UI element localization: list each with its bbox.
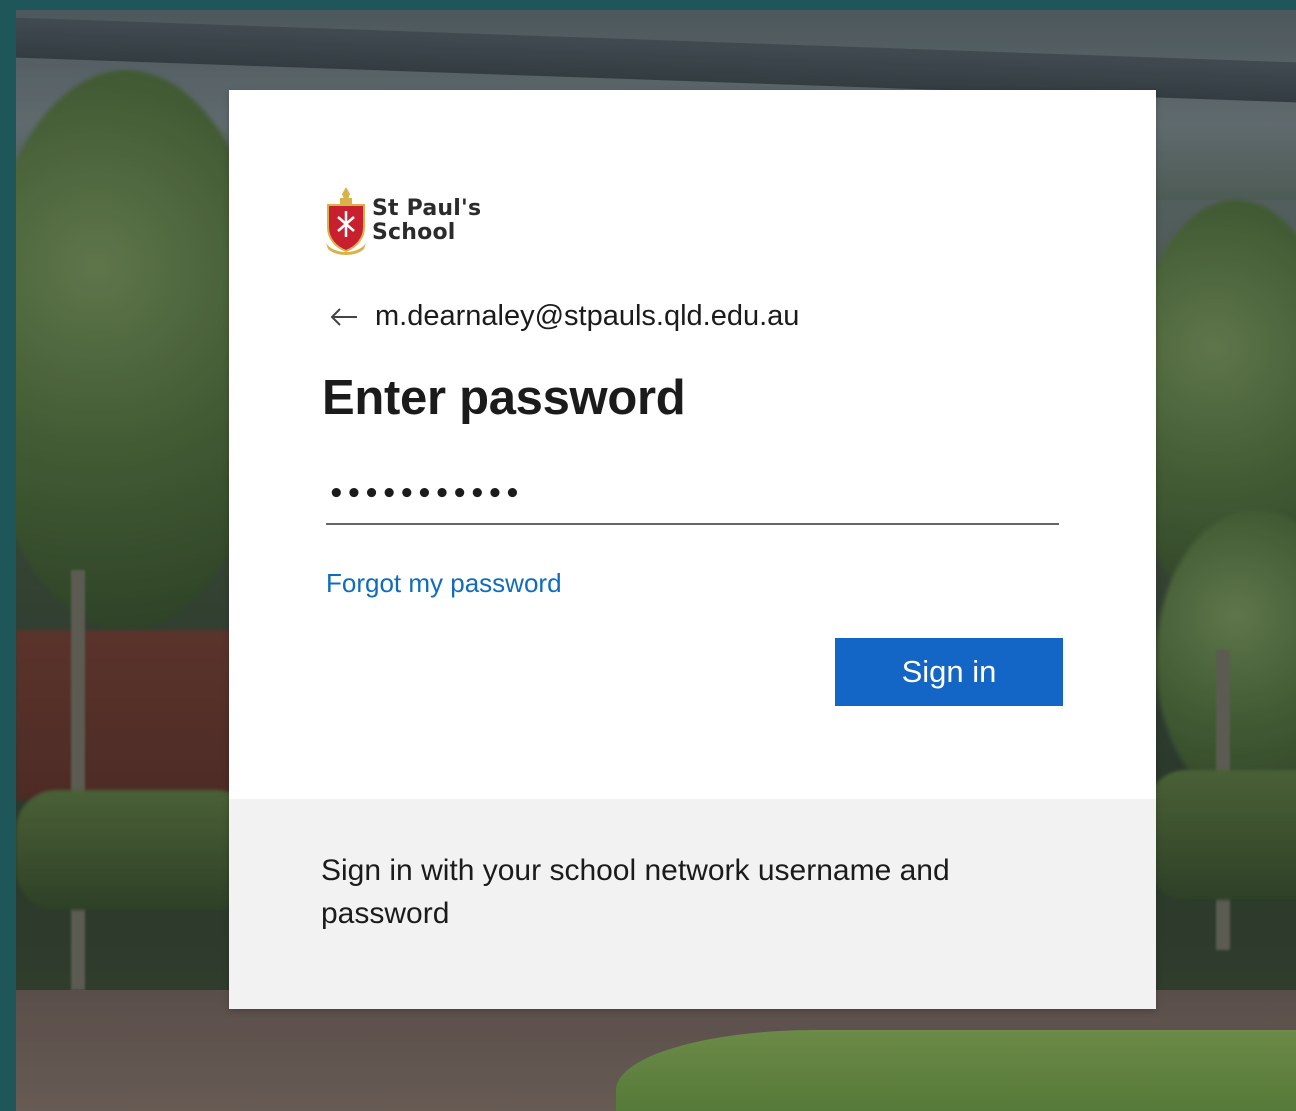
school-name: St Paul's School — [372, 197, 481, 245]
school-logo: St Paul's School — [324, 185, 481, 257]
sign-in-footer: Sign in with your school network usernam… — [229, 799, 1156, 1009]
sign-in-card: St Paul's School m.dearnaley@stpauls.qld… — [229, 90, 1156, 1009]
school-name-line2: School — [372, 220, 456, 245]
school-name-line1: St Paul's — [372, 196, 482, 221]
account-identity: m.dearnaley@stpauls.qld.edu.au — [329, 300, 799, 333]
sign-in-button[interactable]: Sign in — [835, 638, 1063, 706]
footer-hint-text: Sign in with your school network usernam… — [321, 854, 950, 930]
school-crest-icon — [326, 187, 366, 255]
account-email: m.dearnaley@stpauls.qld.edu.au — [375, 300, 800, 332]
password-input[interactable] — [326, 465, 1059, 525]
arrow-left-icon[interactable] — [329, 305, 359, 329]
forgot-password-link[interactable]: Forgot my password — [326, 568, 562, 599]
sign-in-card-body: St Paul's School m.dearnaley@stpauls.qld… — [229, 90, 1156, 799]
page-title: Enter password — [322, 371, 686, 425]
